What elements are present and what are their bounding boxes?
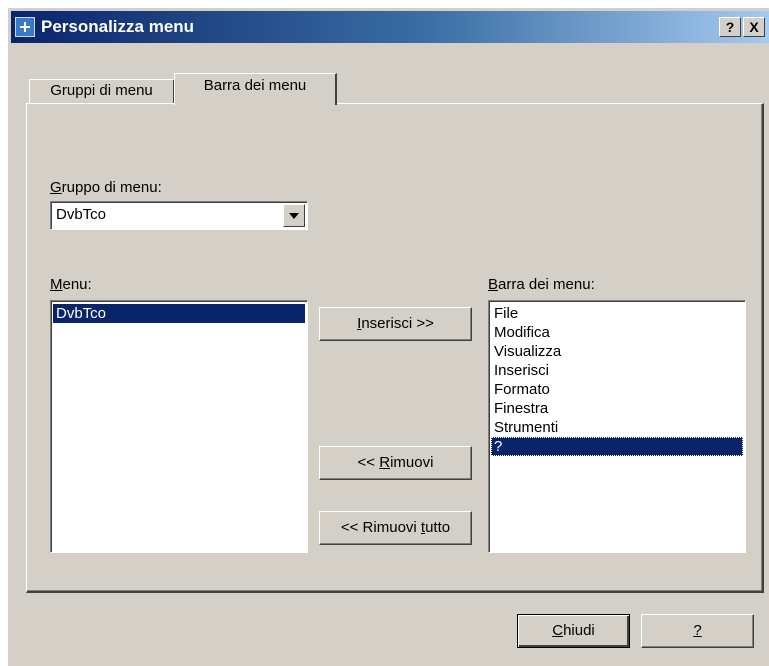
help-button[interactable]: ? [641,614,754,648]
list-item[interactable]: DvbTco [53,304,305,323]
list-item[interactable]: Visualizza [491,342,743,361]
remove-button[interactable]: << Rimuovi [319,446,472,480]
dropdown-arrow-icon[interactable] [283,204,305,227]
menubar-list-label: Barra dei menu: [488,276,595,293]
list-item[interactable]: Strumenti [491,418,743,437]
window-title: Personalizza menu [41,17,195,36]
list-item[interactable]: Formato [491,380,743,399]
close-title-button[interactable]: X [743,17,765,37]
remove-all-button[interactable]: << Rimuovi tutto [319,511,472,545]
close-button[interactable]: Chiudi [517,614,630,648]
menu-list-label: Menu: [50,276,92,293]
title-bar[interactable]: Personalizza menu ? X [11,11,769,43]
list-item[interactable]: File [491,304,743,323]
list-item[interactable]: Modifica [491,323,743,342]
menu-group-dropdown[interactable]: DvbTco [50,201,308,230]
tab-menu-bar[interactable]: Barra dei menu [174,73,337,105]
app-icon [15,17,35,37]
list-item[interactable]: Inserisci [491,361,743,380]
menu-group-label: Gruppo di menu: [50,179,162,196]
list-item[interactable]: ? [491,437,743,456]
menu-group-value: DvbTco [56,206,107,223]
menu-listbox[interactable]: DvbTco [50,300,308,553]
insert-button[interactable]: Inserisci >> [319,307,472,341]
tab-menu-groups[interactable]: Gruppi di menu [29,79,175,103]
menubar-listbox[interactable]: File Modifica Visualizza Inserisci Forma… [488,300,746,553]
list-item[interactable]: Finestra [491,399,743,418]
customize-menu-dialog: Personalizza menu ? X Gruppi di menu Bar… [8,8,769,666]
help-title-button[interactable]: ? [719,17,741,37]
